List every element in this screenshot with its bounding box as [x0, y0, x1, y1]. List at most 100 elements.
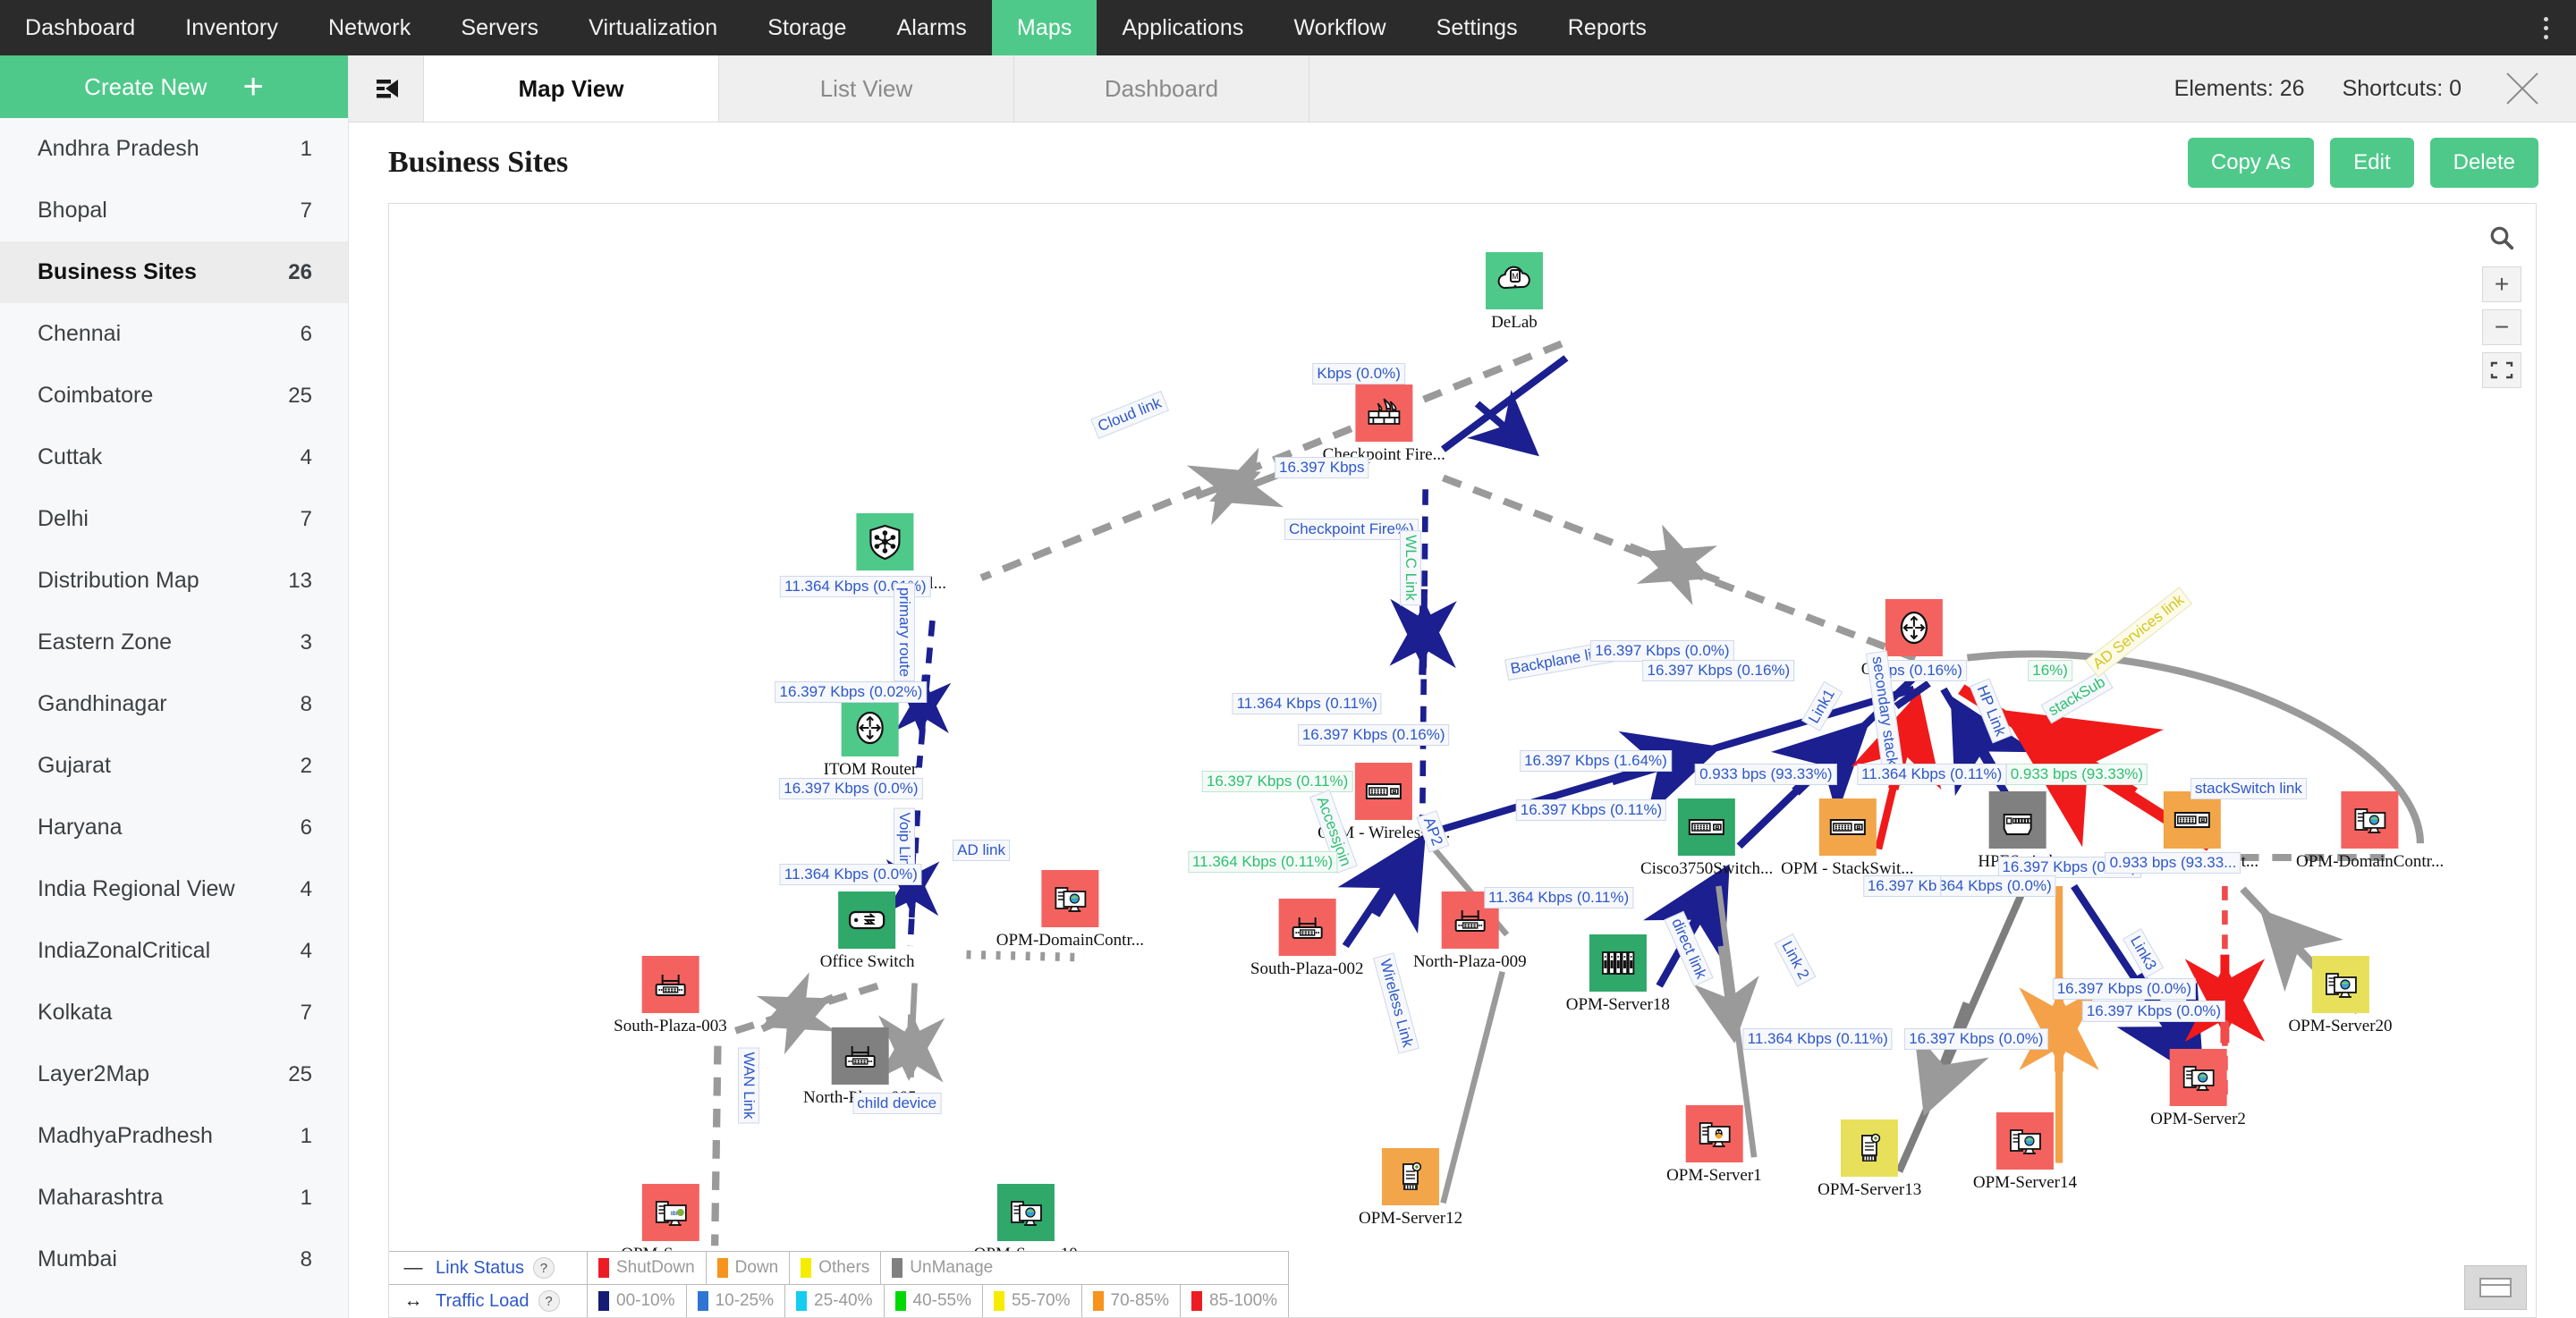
map-overview-toggle[interactable]	[2464, 1265, 2527, 1310]
zoom-in-button[interactable]: +	[2482, 266, 2521, 302]
map-node-meraki_fw[interactable]: Meraki Firewall...	[824, 513, 946, 594]
sidebar-item-bhopal[interactable]: Bhopal 7	[0, 180, 348, 241]
nav-item-servers[interactable]: Servers	[436, 0, 564, 55]
legend-item[interactable]: 00-10%	[588, 1285, 687, 1317]
sidebar-item-haryana[interactable]: Haryana 6	[0, 797, 348, 858]
legend-item[interactable]: Down	[707, 1252, 791, 1284]
zoom-out-label: −	[2494, 313, 2510, 341]
map-node-opm_srv14[interactable]: OPM-Server14	[1973, 1112, 2077, 1193]
nav-item-alarms[interactable]: Alarms	[872, 0, 992, 55]
sidebar-item-eastern-zone[interactable]: Eastern Zone 3	[0, 612, 348, 673]
sidebar-item-label: Coimbatore	[38, 383, 154, 408]
map-node-opm_srv20[interactable]: OPM-Server20	[2288, 955, 2393, 1036]
nav-item-dashboard[interactable]: Dashboard	[0, 0, 160, 55]
network-map-canvas[interactable]: M DeLab Meraki Firewall... ITOM Router Offic…	[388, 203, 2537, 1318]
legend-item[interactable]: 55-70%	[983, 1285, 1082, 1317]
map-node-s_plaza_002[interactable]: South-Plaza-002	[1250, 899, 1364, 979]
legend-item[interactable]: Others	[790, 1252, 882, 1284]
legend-item[interactable]: 40-55%	[885, 1285, 983, 1317]
nav-item-network[interactable]: Network	[303, 0, 436, 55]
aix-server-icon: IBM	[641, 1184, 699, 1242]
help-icon[interactable]: ?	[538, 1290, 560, 1312]
delete-button[interactable]: Delete	[2429, 138, 2538, 188]
sidebar-item-gandhinagar[interactable]: Gandhinagar 8	[0, 673, 348, 735]
map-node-opm_srv13[interactable]: OPM-Server13	[1818, 1119, 1921, 1200]
nav-item-workflow[interactable]: Workflow	[1268, 0, 1411, 55]
legend-item[interactable]: 85-100%	[1181, 1285, 1288, 1317]
sidebar-item-madhyapradhesh[interactable]: MadhyaPradhesh 1	[0, 1105, 348, 1167]
map-node-ckp_fw[interactable]: Checkpoint Fire...	[1323, 384, 1445, 465]
sidebar-item-cuttak[interactable]: Cuttak 4	[0, 427, 348, 488]
map-node-opm_srv12[interactable]: OPM-Server12	[1359, 1148, 1462, 1229]
map-node-delab[interactable]: M DeLab	[1485, 251, 1543, 333]
sidebar-item-layer2map[interactable]: Layer2Map 25	[0, 1043, 348, 1105]
legend-item[interactable]: ShutDown	[588, 1252, 707, 1284]
sidebar-item-gujarat[interactable]: Gujarat 2	[0, 735, 348, 797]
map-node-label: OPM-Server14	[1972, 1173, 2078, 1193]
sidebar-item-india-regional-view[interactable]: India Regional View 4	[0, 858, 348, 920]
map-node-cisco3750[interactable]: Cisco3750Switch...	[1640, 798, 1773, 879]
map-node-office_sw[interactable]: Office Switch	[820, 891, 914, 972]
sidebar-item-coimbatore[interactable]: Coimbatore 25	[0, 365, 348, 427]
collapse-left-icon[interactable]	[349, 55, 424, 122]
nav-item-settings[interactable]: Settings	[1411, 0, 1543, 55]
sidebar-item-mumbai[interactable]: Mumbai 8	[0, 1229, 348, 1290]
map-node-label: HPESwitch	[1978, 852, 2058, 872]
create-new-button[interactable]: Create New +	[0, 55, 348, 118]
sidebar-item-label: Distribution Map	[38, 568, 199, 593]
sidebar-item-count: 8	[300, 691, 312, 716]
copy-as-button[interactable]: Copy As	[2187, 138, 2315, 188]
map-node-label: OPM-DomainContr...	[996, 931, 1144, 950]
help-icon[interactable]: ?	[532, 1257, 555, 1279]
map-node-hpe_sw[interactable]: HPESwitch	[1978, 791, 2057, 872]
tab-list-view[interactable]: List View	[719, 55, 1014, 122]
map-node-opm_srv18[interactable]: OPM-Server18	[1566, 934, 1670, 1015]
tab-dashboard[interactable]: Dashboard	[1014, 55, 1309, 122]
map-node-opm_stk2[interactable]: OPM - StackSwit...	[2126, 791, 2258, 872]
map-node-opm_dc_1[interactable]: OPM-DomainContr...	[996, 870, 1144, 950]
map-node-n_plaza_005[interactable]: North-Plaza-005	[803, 1027, 917, 1108]
sidebar-item-chennai[interactable]: Chennai 6	[0, 303, 348, 365]
sidebar-item-label: Maharashtra	[38, 1185, 164, 1210]
tab-map-view[interactable]: Map View	[424, 55, 719, 122]
legend-item[interactable]: 70-85%	[1082, 1285, 1181, 1317]
nav-item-storage[interactable]: Storage	[742, 0, 871, 55]
zoom-out-button[interactable]: −	[2482, 309, 2521, 345]
map-node-label: South-Plaza-003	[614, 1016, 727, 1035]
more-vertical-icon[interactable]	[2528, 0, 2563, 55]
nav-item-applications[interactable]: Applications	[1097, 0, 1268, 55]
firewall-brick-icon	[1355, 384, 1413, 443]
map-node-opm_srv2[interactable]: OPM-Server2	[2150, 1048, 2246, 1129]
sidebar-item-delhi[interactable]: Delhi 7	[0, 488, 348, 550]
sidebar-item-count: 1	[300, 136, 312, 161]
map-node-opm_srv1[interactable]: OPM-Server1	[1666, 1105, 1762, 1186]
map-node-opm_wlc[interactable]: OPM - WirelessL...	[1318, 763, 1450, 843]
legend-item[interactable]: UnManage	[881, 1252, 1004, 1284]
windows-server-icon	[2169, 1048, 2227, 1106]
legend-item[interactable]: 10-25%	[687, 1285, 785, 1317]
close-icon[interactable]	[2499, 65, 2546, 112]
sidebar-item-andhra-pradesh[interactable]: Andhra Pradesh 1	[0, 118, 348, 180]
nav-item-maps[interactable]: Maps	[991, 0, 1097, 55]
map-node-opm_stk1[interactable]: OPM - StackSwit...	[1781, 798, 1914, 879]
edit-button[interactable]: Edit	[2330, 138, 2414, 188]
legend-item[interactable]: 25-40%	[785, 1285, 885, 1317]
sidebar-item-business-sites[interactable]: Business Sites 26	[0, 241, 348, 303]
nav-item-inventory[interactable]: Inventory	[160, 0, 303, 55]
map-node-s_plaza_003[interactable]: South-Plaza-003	[614, 955, 727, 1036]
sidebar-item-indiazonalcritical[interactable]: IndiaZonalCritical 4	[0, 920, 348, 982]
map-node-opm_rtr2[interactable]: OPM - Router2	[1861, 598, 1967, 680]
fit-to-screen-icon[interactable]	[2482, 352, 2521, 388]
nav-item-virtualization[interactable]: Virtualization	[564, 0, 742, 55]
nav-item-reports[interactable]: Reports	[1543, 0, 1672, 55]
sidebar-item-maharashtra[interactable]: Maharashtra 1	[0, 1167, 348, 1229]
map-node-n_plaza_009[interactable]: North-Plaza-009	[1413, 891, 1527, 972]
sidebar-item-distribution-map[interactable]: Distribution Map 13	[0, 550, 348, 612]
legend-swatch	[801, 1258, 812, 1278]
map-node-label: OPM-Server18	[1565, 994, 1670, 1014]
sidebar-item-count: 1	[300, 1123, 312, 1148]
map-node-itom_rtr[interactable]: ITOM Router	[824, 698, 917, 780]
map-node-opm_dc_2[interactable]: OPM-DomainContr...	[2296, 791, 2444, 872]
sidebar-item-kolkata[interactable]: Kolkata 7	[0, 982, 348, 1043]
search-icon[interactable]	[2482, 216, 2521, 259]
